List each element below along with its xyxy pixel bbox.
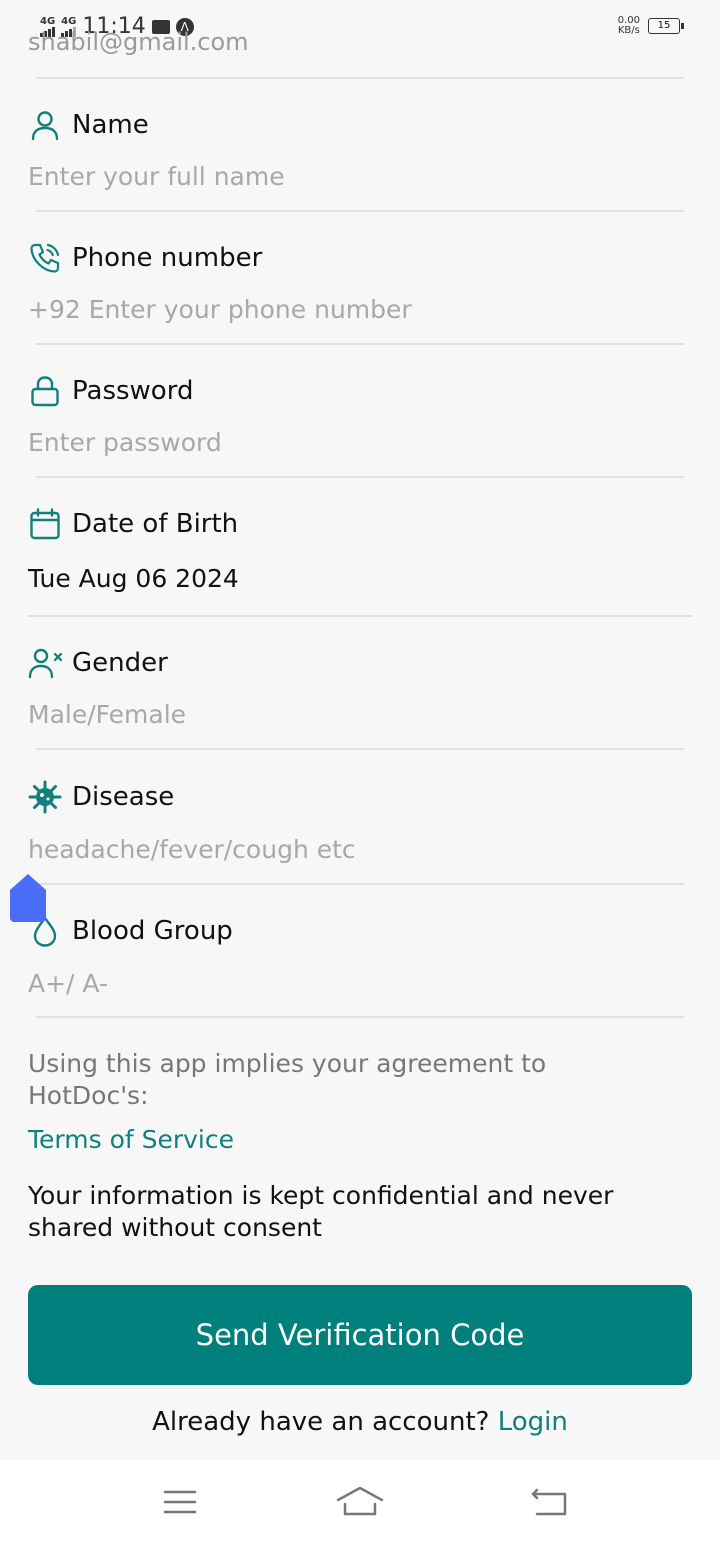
dob-label: Date of Birth xyxy=(72,509,239,539)
email-field[interactable]: shabil@gmail.com xyxy=(28,28,249,56)
disease-divider xyxy=(36,883,684,885)
gender-input[interactable]: Male/Female xyxy=(28,700,186,729)
gender-icon xyxy=(28,648,62,679)
login-prompt-text: Already have an account? xyxy=(152,1407,498,1437)
phone-divider xyxy=(36,343,684,345)
send-verification-button[interactable]: Send Verification Code xyxy=(28,1285,692,1385)
email-divider xyxy=(36,77,684,79)
phone-label: Phone number xyxy=(72,243,263,273)
password-input[interactable]: Enter password xyxy=(28,428,222,457)
phone-icon xyxy=(30,243,60,273)
network-speed: 0.00 KB/s xyxy=(617,15,640,36)
blood-label-row: Blood Group xyxy=(28,914,233,948)
battery-icon: 15 xyxy=(648,18,684,34)
floating-marker-icon[interactable] xyxy=(10,874,46,922)
login-prompt: Already have an account? Login xyxy=(0,1407,720,1437)
phone-label-row: Phone number xyxy=(28,241,262,275)
system-nav-bar xyxy=(0,1460,720,1544)
password-divider xyxy=(36,476,684,478)
name-label-row: Name xyxy=(28,108,149,142)
disease-input[interactable]: headache/fever/cough etc xyxy=(28,835,356,864)
dob-label-row: Date of Birth xyxy=(28,507,238,541)
dob-input[interactable]: Tue Aug 06 2024 xyxy=(28,564,239,593)
login-link[interactable]: Login xyxy=(498,1407,568,1437)
back-icon[interactable] xyxy=(525,1480,575,1524)
confidential-note: Your information is kept confidential an… xyxy=(28,1181,614,1242)
disease-label-row: Disease xyxy=(28,780,174,814)
name-divider xyxy=(36,210,684,212)
blood-divider xyxy=(36,1016,684,1018)
gender-divider xyxy=(36,748,684,750)
home-icon[interactable] xyxy=(335,1480,385,1524)
password-label: Password xyxy=(72,376,194,406)
blood-input[interactable]: A+/ A- xyxy=(28,969,108,998)
user-icon xyxy=(31,111,59,141)
dob-divider xyxy=(28,615,692,617)
name-label: Name xyxy=(72,110,149,140)
lock-icon xyxy=(31,376,59,407)
gender-label: Gender xyxy=(72,648,168,678)
send-verification-label: Send Verification Code xyxy=(195,1318,525,1352)
calendar-icon xyxy=(30,508,60,540)
agreement-text: Using this app implies your agreement to… xyxy=(28,1049,547,1110)
menu-icon[interactable] xyxy=(155,1480,205,1524)
blood-label: Blood Group xyxy=(72,916,233,946)
password-label-row: Password xyxy=(28,374,193,408)
name-input[interactable]: Enter your full name xyxy=(28,162,285,191)
terms-link[interactable]: Terms of Service xyxy=(28,1125,234,1154)
virus-icon xyxy=(28,780,62,814)
phone-input[interactable]: +92 Enter your phone number xyxy=(28,295,412,324)
gender-label-row: Gender xyxy=(28,646,168,680)
disease-label: Disease xyxy=(72,782,175,812)
